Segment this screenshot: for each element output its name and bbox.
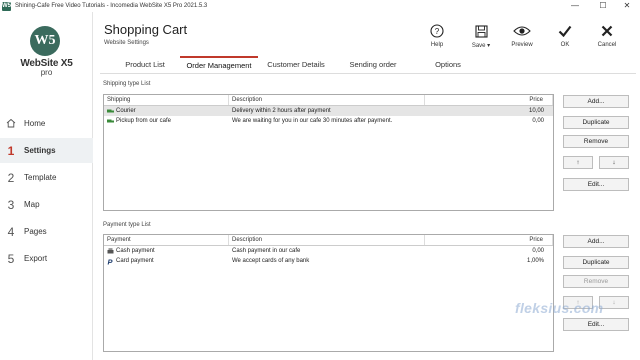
sidebar-item-label: Pages	[24, 227, 47, 236]
shipping-name: Pickup from our cafe	[116, 118, 172, 124]
column-header[interactable]: Shipping	[104, 95, 229, 105]
payment-name: Card payment	[116, 258, 154, 264]
page-subtitle: Website Settings	[104, 40, 149, 46]
sidebar-item-template[interactable]: 2 Template	[0, 165, 93, 190]
shipping-move-down-button[interactable]: ↓	[599, 156, 629, 169]
shipping-edit-button[interactable]: Edit...	[563, 178, 629, 191]
payment-move-down-button[interactable]: ↓	[599, 296, 629, 309]
payment-name: Cash payment	[116, 248, 155, 254]
truck-icon	[107, 108, 114, 113]
sidebar-item-number: 1	[7, 143, 15, 158]
save-label-text: Save	[471, 43, 486, 49]
sidebar-item-number: 3	[7, 197, 15, 212]
help-icon: ?	[421, 22, 453, 40]
sidebar-item-label: Export	[24, 254, 48, 263]
shipping-name: Courier	[116, 108, 136, 114]
list-item[interactable]: Courier Delivery within 2 hours after pa…	[104, 106, 553, 116]
payment-remove-button[interactable]: Remove	[563, 275, 629, 288]
sidebar-item-settings[interactable]: 1 Settings	[0, 138, 93, 163]
sidebar-item-pages[interactable]: 4 Pages	[0, 219, 93, 244]
shipping-section-label: Shipping type List	[103, 81, 151, 87]
save-label: Save ▾	[465, 42, 497, 49]
eye-icon	[506, 22, 538, 40]
shipping-duplicate-button[interactable]: Duplicate	[563, 116, 629, 129]
column-header[interactable]: Price	[425, 95, 553, 105]
payment-edit-button[interactable]: Edit...	[563, 318, 629, 331]
home-icon	[0, 117, 22, 131]
window-title: Shining-Cafe Free Video Tutorials - Inco…	[15, 3, 208, 9]
save-icon	[465, 22, 497, 40]
list-item[interactable]: Cash payment Cash payment in our cafe 0,…	[104, 246, 553, 256]
checkmark-icon	[549, 22, 581, 40]
tab-options[interactable]: Options	[420, 56, 476, 74]
logo-edition: pro	[40, 68, 53, 77]
cancel-button[interactable]: Cancel	[591, 22, 623, 48]
payment-section-label: Payment type List	[103, 222, 151, 228]
app-window: W5 Shining-Cafe Free Video Tutorials - I…	[0, 0, 640, 360]
ok-button[interactable]: OK	[549, 22, 581, 48]
payment-list-header: Payment Description Price	[104, 235, 553, 246]
sidebar-item-number: 2	[7, 170, 15, 185]
cancel-label: Cancel	[597, 42, 617, 48]
payment-price: 1,00%	[526, 258, 544, 264]
svg-text:P: P	[108, 258, 114, 265]
title-bar: W5 Shining-Cafe Free Video Tutorials - I…	[0, 0, 640, 12]
sidebar-item-number: 4	[7, 224, 15, 239]
list-item[interactable]: P Card payment We accept cards of any ban…	[104, 256, 553, 266]
preview-label: Preview	[511, 42, 533, 48]
svg-text:?: ?	[435, 27, 440, 36]
sidebar-item-label: Settings	[24, 146, 56, 155]
tab-product-list[interactable]: Product List	[110, 56, 180, 74]
payment-price: 0,00	[532, 248, 544, 254]
payment-description: Cash payment in our cafe	[232, 248, 301, 254]
shipping-description: Delivery within 2 hours after payment	[232, 108, 331, 114]
ok-label: OK	[560, 42, 570, 48]
sidebar-item-label: Template	[24, 173, 57, 182]
maximize-icon[interactable]: ☐	[590, 0, 616, 12]
chevron-down-icon: ▾	[487, 43, 491, 49]
sidebar: W5 WebSite X5 pro Home 1 Settings 2 Temp…	[0, 12, 93, 360]
page-title: Shopping Cart	[104, 22, 188, 37]
shipping-price: 10,00	[528, 108, 544, 114]
payment-duplicate-button[interactable]: Duplicate	[563, 256, 629, 269]
shipping-list[interactable]: Shipping Description Price Courier Deliv…	[103, 94, 554, 211]
tab-customer-details[interactable]: Customer Details	[258, 56, 334, 74]
save-button[interactable]: Save ▾	[465, 22, 497, 49]
shipping-list-header: Shipping Description Price	[104, 95, 553, 106]
shipping-remove-button[interactable]: Remove	[563, 135, 629, 148]
app-icon: W5	[2, 1, 11, 11]
sidebar-item-home[interactable]: Home	[0, 111, 93, 136]
column-header[interactable]: Description	[229, 235, 425, 245]
column-header[interactable]: Description	[229, 95, 425, 105]
payment-list[interactable]: Payment Description Price Cash payment C…	[103, 234, 554, 352]
shipping-description: We are waiting for you in our cafe 30 mi…	[232, 118, 393, 124]
paypal-icon: P	[107, 257, 114, 266]
sidebar-item-number: 5	[7, 251, 15, 266]
close-icon[interactable]: ✕	[614, 0, 640, 12]
help-label: Help	[430, 42, 444, 48]
tab-bar: Product List Order Management Customer D…	[100, 56, 636, 74]
column-header[interactable]: Payment	[104, 235, 229, 245]
list-item[interactable]: Pickup from our cafe We are waiting for …	[104, 116, 553, 126]
truck-icon	[107, 118, 114, 123]
help-button[interactable]: ? Help	[421, 22, 453, 48]
preview-button[interactable]: Preview	[506, 22, 538, 48]
sidebar-item-label: Home	[24, 119, 46, 128]
sidebar-item-label: Map	[24, 200, 40, 209]
shipping-move-up-button[interactable]: ↑	[563, 156, 593, 169]
payment-description: We accept cards of any bank	[232, 258, 310, 264]
watermark: fleksius.com	[515, 300, 604, 316]
shipping-add-button[interactable]: Add...	[563, 95, 629, 108]
sidebar-item-map[interactable]: 3 Map	[0, 192, 93, 217]
cash-register-icon	[107, 248, 114, 254]
shipping-price: 0,00	[532, 118, 544, 124]
x-icon	[591, 22, 623, 40]
minimize-icon[interactable]: —	[562, 0, 588, 12]
payment-add-button[interactable]: Add...	[563, 235, 629, 248]
tab-order-management[interactable]: Order Management	[180, 56, 258, 74]
column-header[interactable]: Price	[425, 235, 553, 245]
tab-sending-order[interactable]: Sending order	[336, 56, 410, 74]
sidebar-item-export[interactable]: 5 Export	[0, 246, 93, 271]
logo-mark: W5	[30, 26, 60, 56]
